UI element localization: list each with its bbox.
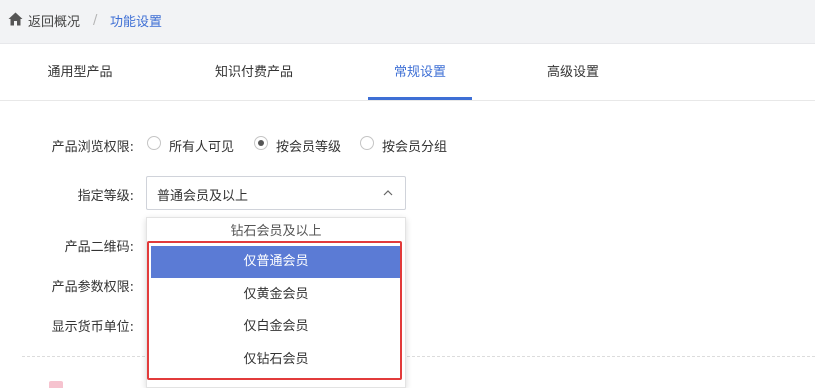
tab-bar: 通用型产品 知识付费产品 常规设置 高级设置 <box>0 45 815 101</box>
radio-by-member-level[interactable] <box>254 136 268 150</box>
radio-by-member-level-label[interactable]: 按会员等级 <box>276 136 341 155</box>
dropdown-option-only-diamond[interactable]: 仅钻石会员 <box>151 344 401 376</box>
level-label: 指定等级: <box>77 189 134 204</box>
tab-advanced-settings[interactable]: 高级设置 <box>518 45 628 101</box>
tag-icon <box>49 381 63 388</box>
level-select[interactable]: 普通会员及以上 <box>146 176 406 210</box>
home-icon[interactable] <box>8 12 23 26</box>
dropdown-option-only-gold[interactable]: 仅黄金会员 <box>151 279 401 311</box>
currency-unit-label: 显示货币单位: <box>51 320 134 335</box>
tab-regular-settings[interactable]: 常规设置 <box>368 45 472 101</box>
qrcode-label: 产品二维码: <box>64 240 134 255</box>
level-select-value: 普通会员及以上 <box>157 189 249 204</box>
active-tab-indicator <box>368 97 472 100</box>
radio-everyone-visible[interactable] <box>147 136 161 150</box>
radio-by-member-group[interactable] <box>360 136 374 150</box>
radio-by-member-group-label[interactable]: 按会员分组 <box>382 136 447 155</box>
tab-paid-knowledge[interactable]: 知识付费产品 <box>199 45 309 101</box>
params-permission-label: 产品参数权限: <box>51 280 134 295</box>
breadcrumb-separator: / <box>93 12 98 28</box>
dropdown-option-diamond-and-above[interactable]: 钻石会员及以上 <box>147 220 405 240</box>
dropdown-option-only-regular[interactable]: 仅普通会员 <box>151 246 401 278</box>
back-to-overview-link[interactable]: 返回概况 <box>28 11 80 30</box>
breadcrumb-bar: 返回概况 / 功能设置 <box>0 0 815 44</box>
chevron-up-icon <box>383 190 393 196</box>
dropdown-option-only-platinum[interactable]: 仅白金会员 <box>151 311 401 343</box>
radio-everyone-visible-label[interactable]: 所有人可见 <box>169 136 234 155</box>
level-dropdown: 钻石会员及以上 仅普通会员 仅黄金会员 仅白金会员 仅钻石会员 <box>146 217 406 388</box>
tab-general-product[interactable]: 通用型产品 <box>25 45 135 101</box>
section-divider <box>22 356 815 357</box>
breadcrumb-current: 功能设置 <box>110 14 163 30</box>
browse-permission-label: 产品浏览权限: <box>51 140 134 155</box>
